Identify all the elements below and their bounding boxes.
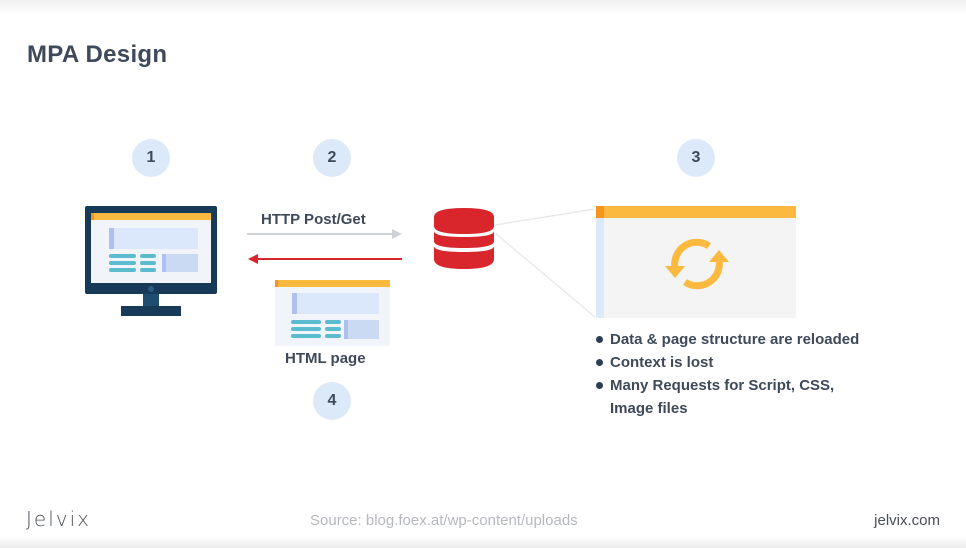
brand-logo: Jelvix bbox=[26, 507, 91, 531]
consequence-list: Data & page structure are reloaded Conte… bbox=[596, 328, 910, 420]
step-badge-4: 4 bbox=[313, 382, 351, 420]
list-item: Data & page structure are reloaded bbox=[596, 328, 910, 351]
database-icon bbox=[434, 208, 494, 269]
step-badge-1: 1 bbox=[132, 139, 170, 177]
html-page-label: HTML page bbox=[285, 350, 366, 367]
bullet-dot bbox=[596, 382, 603, 389]
bullet-dot bbox=[596, 359, 603, 366]
monitor-stand bbox=[121, 306, 181, 316]
list-item: Context is lost bbox=[596, 351, 910, 374]
bullet-dot bbox=[596, 336, 603, 343]
monitor-neck bbox=[143, 294, 159, 306]
zoom-connector-lines bbox=[495, 208, 596, 318]
request-arrow bbox=[247, 229, 402, 239]
html-page-icon bbox=[275, 280, 390, 346]
reloaded-page-panel bbox=[596, 206, 796, 318]
step-badge-2: 2 bbox=[313, 139, 351, 177]
bottom-shadow bbox=[0, 536, 966, 548]
top-shadow bbox=[0, 0, 966, 14]
source-credit: Source: blog.foex.at/wp-content/uploads bbox=[310, 512, 578, 529]
page-title: MPA Design bbox=[27, 41, 168, 68]
list-item: Many Requests for Script, CSS, Image fil… bbox=[596, 374, 880, 420]
step-badge-3: 3 bbox=[677, 139, 715, 177]
site-link[interactable]: jelvix.com bbox=[874, 512, 940, 529]
request-label: HTTP Post/Get bbox=[261, 211, 366, 228]
monitor-icon bbox=[85, 206, 217, 316]
response-arrow bbox=[248, 254, 402, 264]
monitor-screen-header bbox=[91, 213, 211, 220]
